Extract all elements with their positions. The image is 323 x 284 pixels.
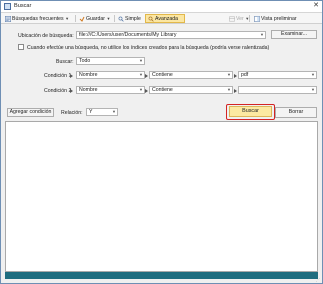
star-list-icon — [4, 15, 11, 22]
condition2-value-input[interactable]: ▼ — [238, 86, 317, 94]
scope-label: Buscar: — [56, 59, 74, 65]
scope-select[interactable]: Todo ▼ — [76, 57, 145, 65]
add-condition-button[interactable]: Agregar condición — [7, 108, 54, 117]
relation-value: Y — [89, 109, 93, 115]
chevron-down-icon: ▼ — [65, 16, 70, 21]
condition1-value: pdf — [241, 72, 249, 78]
advanced-search-button[interactable]: Avanzada — [145, 14, 185, 23]
toolbar-divider — [249, 15, 250, 22]
condition1-field-value: Nombre — [79, 72, 98, 78]
toolbar: Búsquedas frecuentes ▼ Guardar ▼ Simple … — [1, 13, 322, 24]
condition2-operator-select[interactable]: Contiene ▼ — [149, 86, 233, 94]
view-label: Ver — [236, 15, 244, 22]
chevron-down-icon: ▼ — [227, 87, 231, 92]
save-label: Guardar — [86, 15, 106, 22]
save-icon — [79, 16, 84, 22]
condition1-operator-value: Contiene — [152, 72, 173, 78]
chevron-down-icon: ▼ — [311, 87, 315, 92]
advanced-search-icon — [148, 16, 154, 22]
chevron-down-icon: ▼ — [139, 72, 143, 77]
simple-search-button[interactable]: Simple — [116, 14, 142, 23]
location-label: Ubicación de búsqueda: — [18, 33, 74, 39]
clear-button[interactable]: Borrar — [275, 107, 317, 118]
advanced-label: Avanzada — [155, 15, 178, 22]
search-dialog: Buscar ✕ Búsquedas frecuentes ▼ Guardar … — [0, 0, 323, 284]
save-button[interactable]: Guardar ▼ — [77, 14, 112, 23]
arrow-right-icon — [70, 73, 73, 78]
arrow-right-icon — [70, 88, 73, 93]
relation-select[interactable]: Y ▼ — [86, 108, 118, 116]
condition2-label: Condición 2 — [44, 88, 72, 94]
toolbar-divider — [114, 15, 115, 22]
preview-label: Vista preliminar — [261, 15, 297, 22]
chevron-down-icon: ▼ — [139, 58, 143, 63]
condition1-label: Condición 1 — [44, 73, 72, 79]
location-value: file:///C:/Users/user/Documents/My Libra… — [79, 32, 177, 38]
chevron-down-icon: ▼ — [106, 16, 111, 21]
chevron-down-icon: ▼ — [311, 72, 315, 77]
condition2-field-select[interactable]: Nombre ▼ — [76, 86, 145, 94]
no-index-label: Cuando efectúe una búsqueda, no utilice … — [27, 45, 270, 51]
resize-grip-icon[interactable]: ⋰ — [316, 277, 320, 282]
arrow-right-icon — [234, 73, 237, 78]
window-title: Buscar — [14, 3, 32, 9]
close-icon[interactable]: ✕ — [313, 2, 319, 10]
frequent-searches-button[interactable]: Búsquedas frecuentes ▼ — [3, 14, 71, 23]
no-index-checkbox[interactable] — [18, 44, 24, 50]
preview-icon — [253, 15, 260, 22]
view-icon — [228, 16, 235, 21]
toolbar-divider — [75, 15, 76, 22]
view-button[interactable]: Ver ▼ — [227, 14, 251, 23]
browse-button[interactable]: Examinar... — [271, 30, 317, 39]
search-button[interactable]: Buscar — [229, 106, 272, 117]
relation-label: Relación: — [61, 110, 83, 116]
title-bar: Buscar ✕ — [1, 1, 322, 13]
scope-value: Todo — [79, 58, 91, 64]
chevron-down-icon: ▼ — [260, 32, 264, 37]
condition2-operator-value: Contiene — [152, 87, 173, 93]
status-bar — [5, 272, 318, 279]
location-input[interactable]: file:///C:/Users/user/Documents/My Libra… — [76, 31, 266, 39]
search-icon — [118, 16, 124, 22]
preview-button[interactable]: Vista preliminar — [252, 14, 298, 23]
arrow-right-icon — [145, 88, 148, 93]
condition1-value-input[interactable]: pdf ▼ — [238, 71, 317, 79]
chevron-down-icon: ▼ — [139, 87, 143, 92]
results-list[interactable] — [5, 121, 318, 272]
arrow-right-icon — [145, 73, 148, 78]
simple-label: Simple — [125, 15, 141, 22]
chevron-down-icon: ▼ — [112, 109, 116, 114]
app-icon — [4, 3, 11, 10]
frequent-searches-label: Búsquedas frecuentes — [12, 15, 64, 22]
condition1-field-select[interactable]: Nombre ▼ — [76, 71, 145, 79]
condition2-field-value: Nombre — [79, 87, 98, 93]
chevron-down-icon: ▼ — [227, 72, 231, 77]
arrow-right-icon — [234, 88, 237, 93]
condition1-operator-select[interactable]: Contiene ▼ — [149, 71, 233, 79]
